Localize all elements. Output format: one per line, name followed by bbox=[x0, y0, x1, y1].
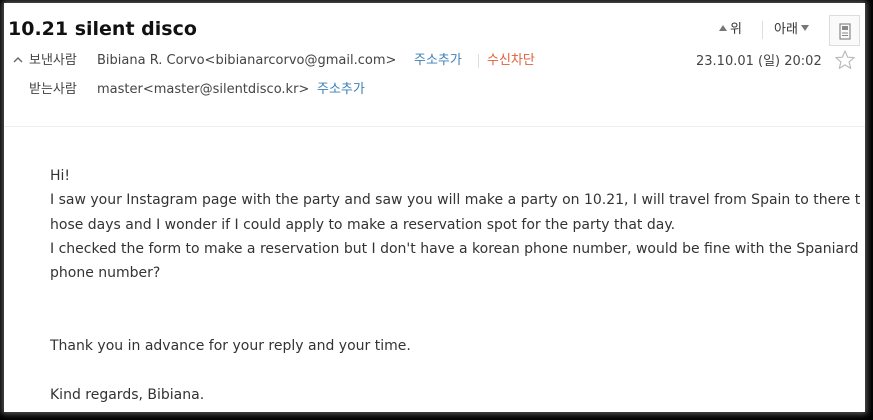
body-line: phone number? bbox=[50, 265, 161, 282]
body-line: I checked the form to make a reservation… bbox=[50, 240, 859, 257]
recipient-label: 받는사람 bbox=[29, 82, 77, 97]
body-line: Hi! bbox=[50, 168, 71, 184]
print-icon bbox=[839, 23, 851, 40]
link-divider bbox=[478, 54, 479, 68]
body-line bbox=[50, 358, 865, 382]
next-mail-label: 아래 bbox=[774, 22, 798, 37]
nav-divider bbox=[762, 21, 763, 39]
body-line: Kind regards, Bibiana. bbox=[50, 386, 205, 403]
block-sender-link[interactable]: 수신차단 bbox=[487, 52, 535, 70]
add-recipient-contact-link[interactable]: 주소추가 bbox=[317, 81, 365, 99]
sender-label: 보낸사람 bbox=[29, 53, 77, 68]
star-icon[interactable] bbox=[834, 49, 856, 71]
body-line bbox=[50, 310, 865, 334]
window-frame: 10.21 silent disco 위 아래 보낸사람 Bibiana R. … bbox=[0, 0, 873, 420]
chevron-up-icon[interactable] bbox=[11, 53, 25, 67]
next-mail-button[interactable]: 아래 bbox=[774, 22, 809, 38]
body-line: hose days and I wonder if I could apply … bbox=[50, 216, 676, 233]
mail-subject: 10.21 silent disco bbox=[8, 18, 197, 40]
prev-mail-button[interactable]: 위 bbox=[719, 22, 742, 38]
body-line: I saw your Instagram page with the party… bbox=[50, 192, 861, 209]
add-sender-contact-link[interactable]: 주소추가 bbox=[414, 52, 462, 70]
sender-address[interactable]: Bibiana R. Corvo<bibianarcorvo@gmail.com… bbox=[97, 52, 396, 70]
triangle-up-icon bbox=[719, 25, 727, 31]
triangle-down-icon bbox=[800, 25, 809, 31]
body-line bbox=[50, 285, 865, 309]
mail-body: Hi! I saw your Instagram page with the p… bbox=[50, 164, 865, 407]
body-line: Thank you in advance for your reply and … bbox=[50, 338, 411, 355]
recipient-address[interactable]: master<master@silentdisco.kr> bbox=[97, 81, 309, 99]
mail-view: 10.21 silent disco 위 아래 보낸사람 Bibiana R. … bbox=[4, 3, 865, 412]
print-button[interactable] bbox=[829, 15, 860, 46]
header-divider bbox=[4, 126, 865, 127]
mail-datetime: 23.10.01 (일) 20:02 bbox=[696, 54, 822, 69]
prev-mail-label: 위 bbox=[730, 22, 742, 37]
